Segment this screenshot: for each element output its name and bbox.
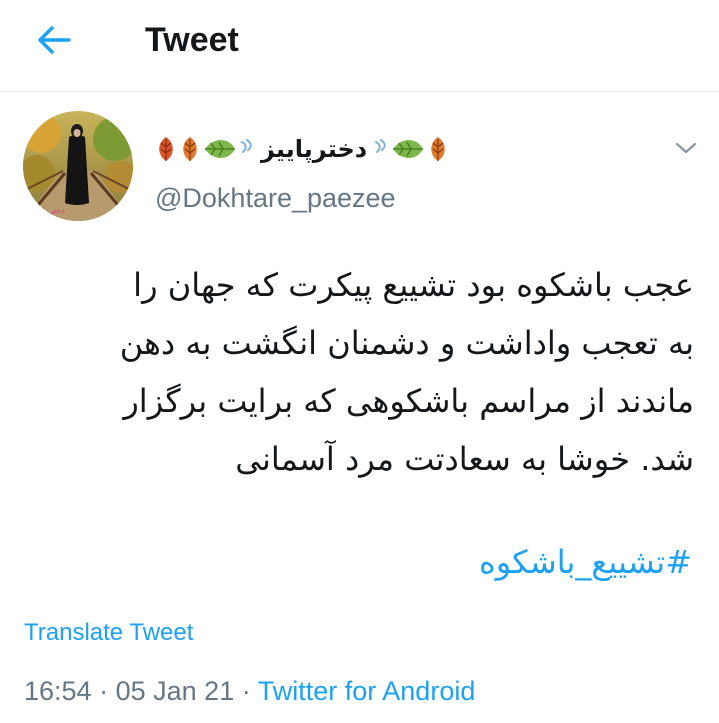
page-title: Tweet <box>145 21 239 59</box>
avatar[interactable]: دختر پاییز <box>23 111 133 221</box>
name-decoration-right <box>373 135 449 163</box>
top-bar: Tweet <box>0 0 719 92</box>
tweet-menu-button[interactable] <box>668 130 704 166</box>
tweet-text-line: شد. خوشا به سعادتت مرد آسمانی <box>235 440 694 478</box>
chevron-down-icon <box>675 142 697 154</box>
leaf-icon <box>183 137 197 161</box>
meta-separator: · <box>241 676 251 706</box>
arrow-left-icon <box>38 26 71 54</box>
meta-separator: · <box>99 676 109 706</box>
author-display-name[interactable]: دخترپاییز <box>155 129 449 169</box>
name-decoration-left <box>155 135 255 163</box>
leaf-icon <box>431 137 445 161</box>
display-name-text: دخترپاییز <box>261 135 368 163</box>
back-button[interactable] <box>26 18 82 62</box>
hashtag-link[interactable]: #تشییع_باشکوه <box>479 534 692 590</box>
leaf-icon <box>393 140 424 158</box>
leaf-icon <box>205 140 235 158</box>
wind-icon <box>241 139 252 153</box>
tweet-date: 05 Jan 21 <box>115 676 235 706</box>
tweet-body: عجب باشکوه بود تشییع پیکرت که جهان را به… <box>22 256 694 488</box>
tweet-text-line: عجب باشکوه بود تشییع پیکرت که جهان را <box>133 266 694 304</box>
tweet-text-line: ماندند از مراسم باشکوهی که برایت برگزار <box>123 382 694 420</box>
tweet-time: 16:54 <box>24 676 92 706</box>
avatar-watermark: دختر پاییز <box>32 206 65 215</box>
author-handle[interactable]: @Dokhtare_paezee <box>155 180 396 216</box>
tweet-text-line: به تعجب واداشت و دشمنان انگشت به دهن <box>119 324 694 362</box>
tweet-metadata: 16:54 · 05 Jan 21 · Twitter for Android <box>24 672 475 710</box>
tweet-source-link[interactable]: Twitter for Android <box>258 676 476 706</box>
wind-icon <box>375 139 386 153</box>
translate-tweet-link[interactable]: Translate Tweet <box>24 616 193 650</box>
leaf-icon <box>159 137 173 161</box>
